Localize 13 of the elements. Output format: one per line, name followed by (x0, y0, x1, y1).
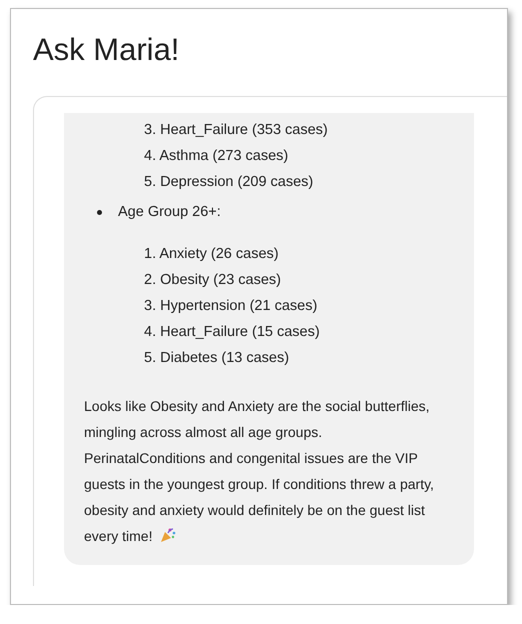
list-heading: Age Group 26+: (118, 203, 221, 222)
bullet-icon (97, 210, 102, 215)
list-item: 3. Heart_Failure (353 cases) (144, 121, 329, 140)
list-item: 3. Hypertension (21 cases) (144, 297, 318, 316)
list-item: 4. Asthma (273 cases) (144, 147, 290, 166)
party-popper-icon (160, 527, 176, 544)
list-item: 1. Anxiety (26 cases) (144, 245, 280, 264)
list-item: 2. Obesity (23 cases) (144, 271, 282, 290)
list-item: 4. Heart_Failure (15 cases) (144, 323, 321, 342)
message-text: Looks like Obesity and Anxiety are the social butterflies, mingling across almost all age groups. PerinatalConditions and congenital issues are the VIP guests in the youngest group. If conditions threw a party, obesity and anxiety would definitely be on the guest list every time! (84, 397, 435, 546)
page-title: Ask Maria! (33, 31, 180, 68)
list-item: 5. Diabetes (13 cases) (144, 349, 290, 368)
list-item: 5. Depression (209 cases) (144, 173, 314, 192)
